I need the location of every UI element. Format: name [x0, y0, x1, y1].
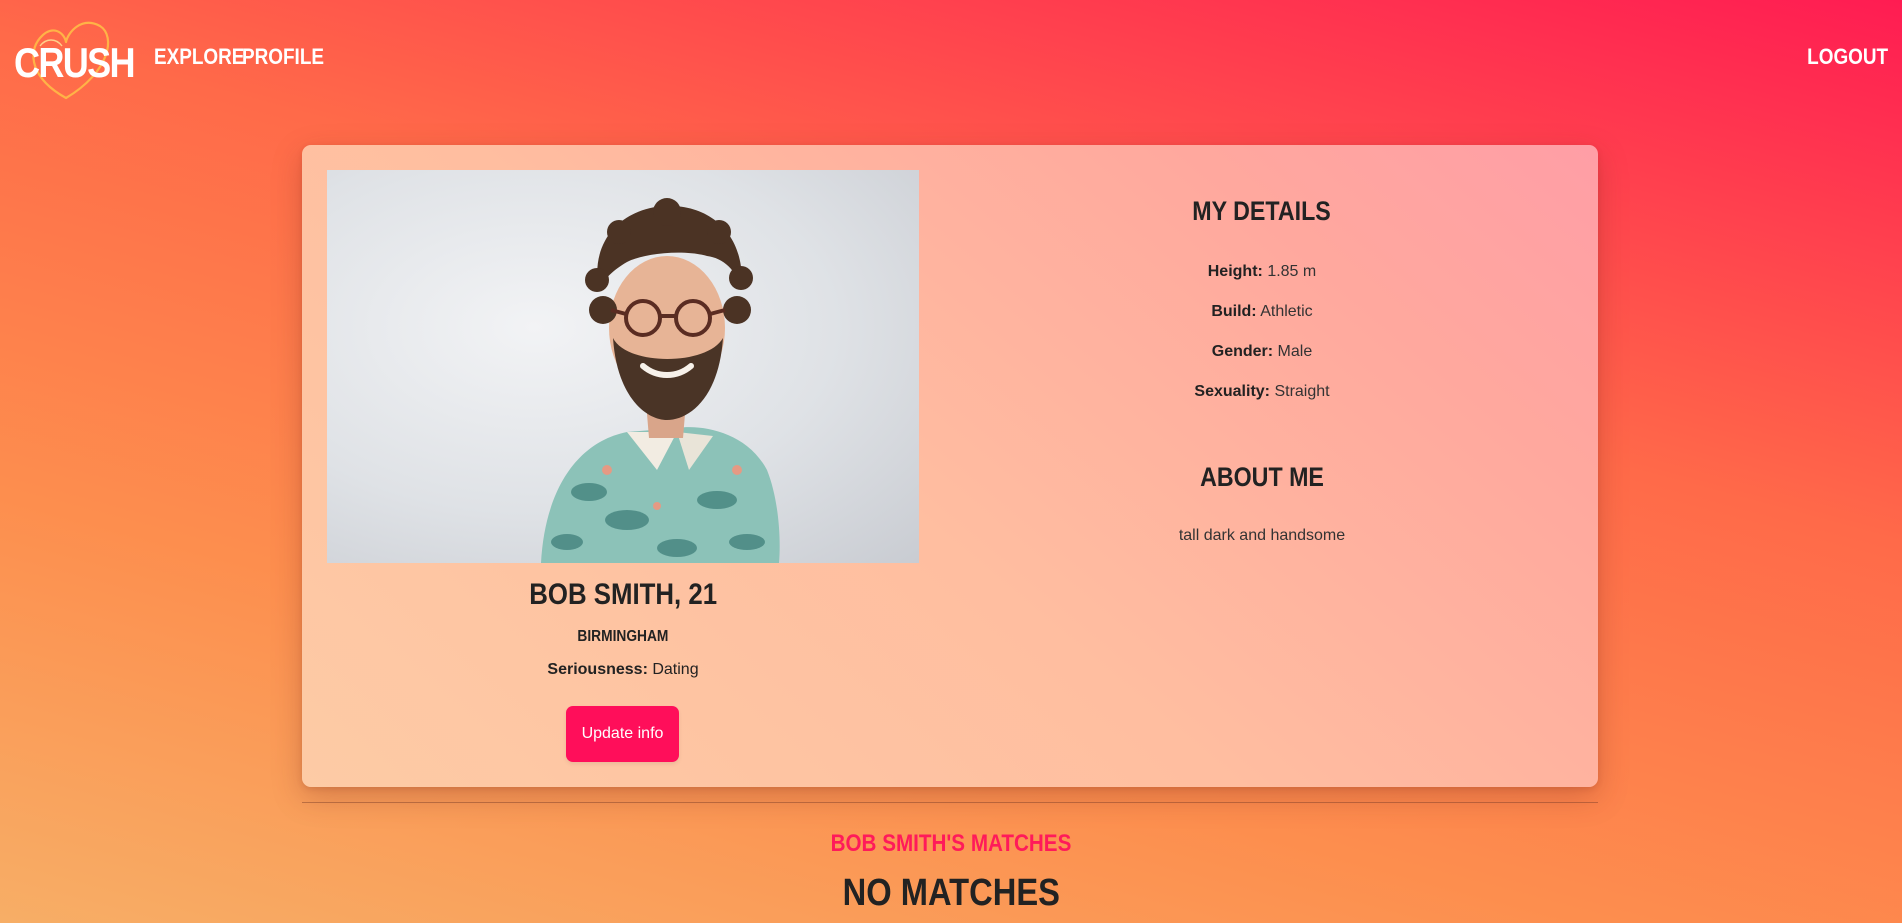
seriousness-value: Dating [652, 661, 699, 678]
detail-label: Build: [1211, 303, 1257, 320]
detail-value: Male [1277, 343, 1313, 360]
profile-photo [327, 170, 919, 563]
nav-explore-link[interactable]: EXPLORE [154, 44, 244, 70]
logo-text: CRUSH [14, 39, 136, 86]
profile-name: BOB SMITH, 21 [327, 577, 919, 613]
person-photo-icon [541, 198, 780, 563]
matches-title: BOB SMITH'S MATCHES [0, 830, 1902, 858]
detail-value: Athletic [1260, 303, 1313, 320]
profile-seriousness: Seriousness: Dating [327, 659, 919, 681]
about-me-heading: ABOUT ME [951, 461, 1573, 493]
about-me-heading-text: ABOUT ME [1200, 462, 1324, 492]
no-matches-text: NO MATCHES [842, 872, 1060, 914]
matches-title-text: BOB SMITH'S MATCHES [830, 830, 1072, 857]
profile-city-text: BIRMINGHAM [577, 628, 669, 645]
profile-name-text: BOB SMITH, 21 [529, 578, 717, 611]
detail-height: Height: 1.85 m [951, 261, 1573, 283]
my-details-heading-text: MY DETAILS [1192, 196, 1332, 226]
detail-label: Height: [1207, 263, 1263, 280]
no-matches-message: NO MATCHES [0, 871, 1902, 915]
detail-build: Build: Athletic [951, 301, 1573, 323]
detail-gender: Gender: Male [951, 341, 1573, 363]
detail-label: Gender: [1211, 343, 1274, 360]
crush-logo[interactable]: CRUSH [10, 12, 136, 102]
detail-sexuality: Sexuality: Straight [951, 381, 1573, 403]
nav-logout-link[interactable]: LOGOUT [1807, 44, 1888, 70]
seriousness-label: Seriousness: [547, 661, 648, 678]
detail-value: Straight [1274, 383, 1330, 400]
update-info-button[interactable]: Update info [566, 706, 679, 762]
nav-profile-link[interactable]: PROFILE [242, 44, 324, 70]
my-details-heading: MY DETAILS [951, 195, 1573, 227]
profile-city: BIRMINGHAM [327, 626, 919, 648]
section-divider [302, 802, 1598, 803]
top-navbar: CRUSH EXPLORE PROFILE LOGOUT [0, 0, 1902, 114]
profile-card: BOB SMITH, 21 BIRMINGHAM Seriousness: Da… [302, 145, 1598, 787]
detail-label: Sexuality: [1194, 383, 1270, 400]
about-me-text: tall dark and handsome [1178, 527, 1346, 544]
detail-value: 1.85 m [1267, 263, 1317, 280]
